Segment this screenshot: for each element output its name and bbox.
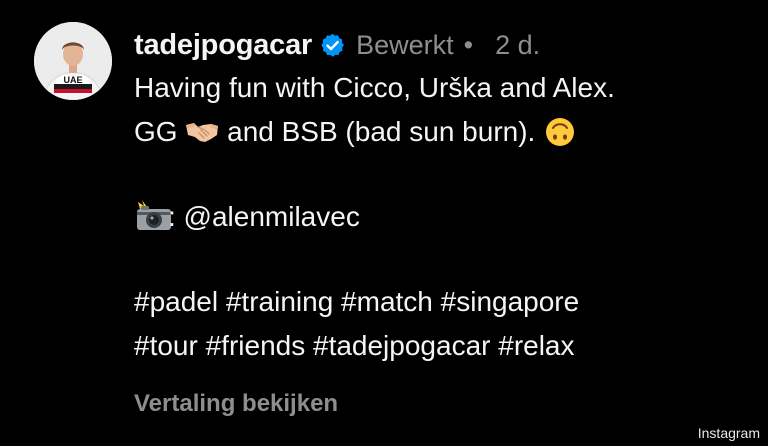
username-link[interactable]: tadejpogacar: [134, 29, 312, 62]
post-header: tadejpogacar Bewerkt • 2 d.: [134, 25, 540, 65]
verified-badge-icon: [319, 32, 346, 59]
camera-with-flash-emoji: [134, 200, 171, 230]
separator-dot: •: [463, 29, 474, 60]
hashtags-line[interactable]: #tour #friends #tadejpogacar #relax: [134, 324, 754, 368]
upside-down-face-emoji: [543, 116, 577, 146]
post-time[interactable]: 2 d.: [495, 30, 540, 61]
mention-link[interactable]: : @alenmilavec: [168, 201, 360, 232]
profile-avatar[interactable]: UAE: [34, 22, 112, 100]
caption-line: GG and BSB (bad sun burn).: [134, 110, 754, 154]
instagram-watermark: Instagram: [697, 425, 760, 441]
caption-line: Having fun with Cicco, Urška and Alex.: [134, 72, 615, 103]
caption-text: GG: [134, 116, 186, 147]
post-caption: Having fun with Cicco, Urška and Alex. G…: [134, 66, 754, 368]
see-translation-button[interactable]: Vertaling bekijken: [134, 390, 338, 418]
hashtags-line[interactable]: #padel #training #match #singapore: [134, 280, 754, 324]
edited-label: Bewerkt: [356, 29, 454, 60]
caption-line: : @alenmilavec: [134, 195, 754, 239]
handshake-emoji: [185, 116, 219, 146]
avatar-jersey-text: UAE: [63, 75, 82, 85]
caption-text: and BSB (bad sun burn).: [219, 116, 544, 147]
